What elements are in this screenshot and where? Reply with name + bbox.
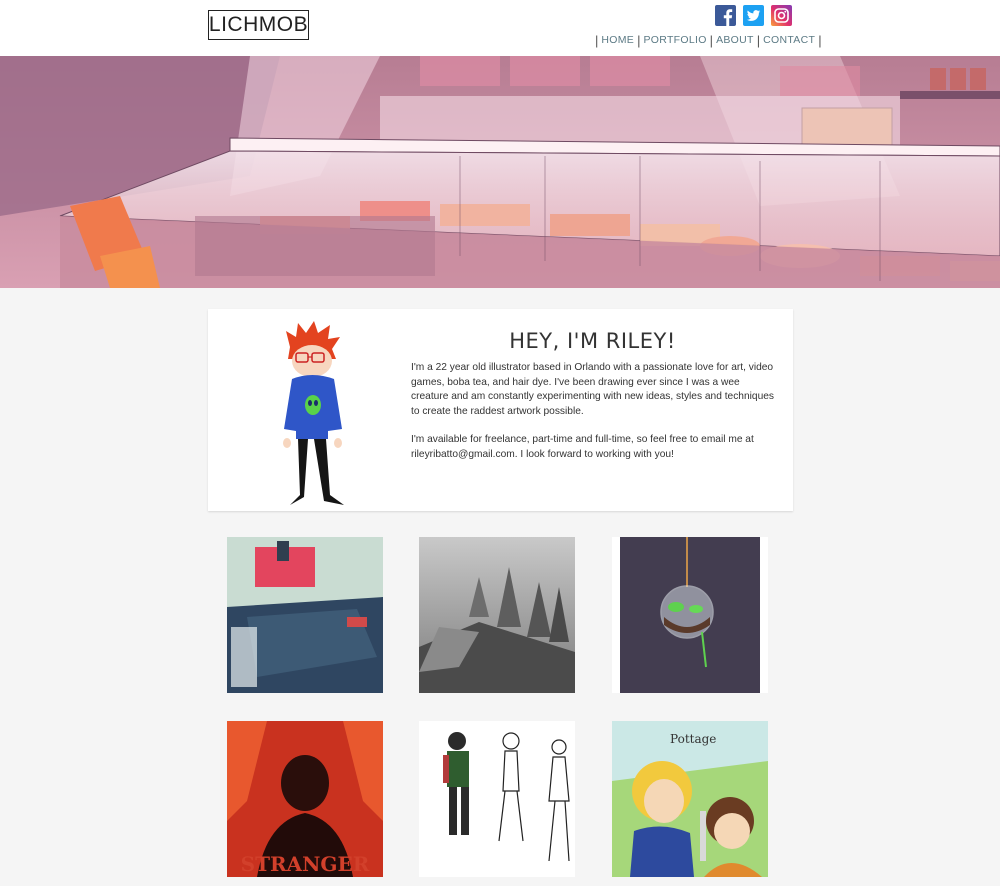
- about-heading: HEY, I'M RILEY!: [509, 329, 676, 353]
- stranger-title-text: STRANGER: [241, 852, 370, 876]
- portfolio-thumb-2[interactable]: [419, 537, 575, 693]
- nav-divider: |: [637, 32, 641, 48]
- site-header: LICHMOB | HOME | PORTFOLIO | ABOUT | CON…: [0, 0, 1000, 56]
- nav-home[interactable]: HOME: [601, 34, 634, 46]
- about-card: HEY, I'M RILEY! I'm a 22 year old illust…: [208, 309, 793, 511]
- portfolio-thumb-5[interactable]: [419, 721, 575, 877]
- portfolio-thumb-1[interactable]: [227, 537, 383, 693]
- riley-avatar-illustration: [283, 321, 344, 505]
- portfolio-thumb-3[interactable]: [612, 537, 768, 693]
- nav-divider: |: [818, 32, 822, 48]
- pottage-caption: Pottage: [670, 732, 716, 746]
- about-paragraph-intro: I'm a 22 year old illustrator based in O…: [411, 362, 774, 417]
- main-nav: | HOME | PORTFOLIO | ABOUT | CONTACT |: [592, 33, 825, 47]
- portfolio-thumb-6[interactable]: Pottage: [612, 721, 768, 877]
- nav-divider: |: [595, 32, 599, 48]
- hero-banner-image: [0, 56, 1000, 288]
- portfolio-thumb-4[interactable]: STRANGER: [227, 721, 383, 877]
- nav-portfolio[interactable]: PORTFOLIO: [643, 34, 706, 46]
- about-paragraph-contact: I'm available for freelance, part-time a…: [411, 434, 754, 460]
- site-logo[interactable]: LICHMOB: [208, 10, 309, 40]
- nav-divider: |: [709, 32, 714, 48]
- nav-contact[interactable]: CONTACT: [763, 34, 815, 46]
- facebook-icon[interactable]: [715, 5, 736, 26]
- nav-about[interactable]: ABOUT: [716, 34, 754, 46]
- instagram-icon[interactable]: [771, 5, 792, 26]
- twitter-icon[interactable]: [743, 5, 764, 26]
- nav-divider: |: [756, 32, 761, 48]
